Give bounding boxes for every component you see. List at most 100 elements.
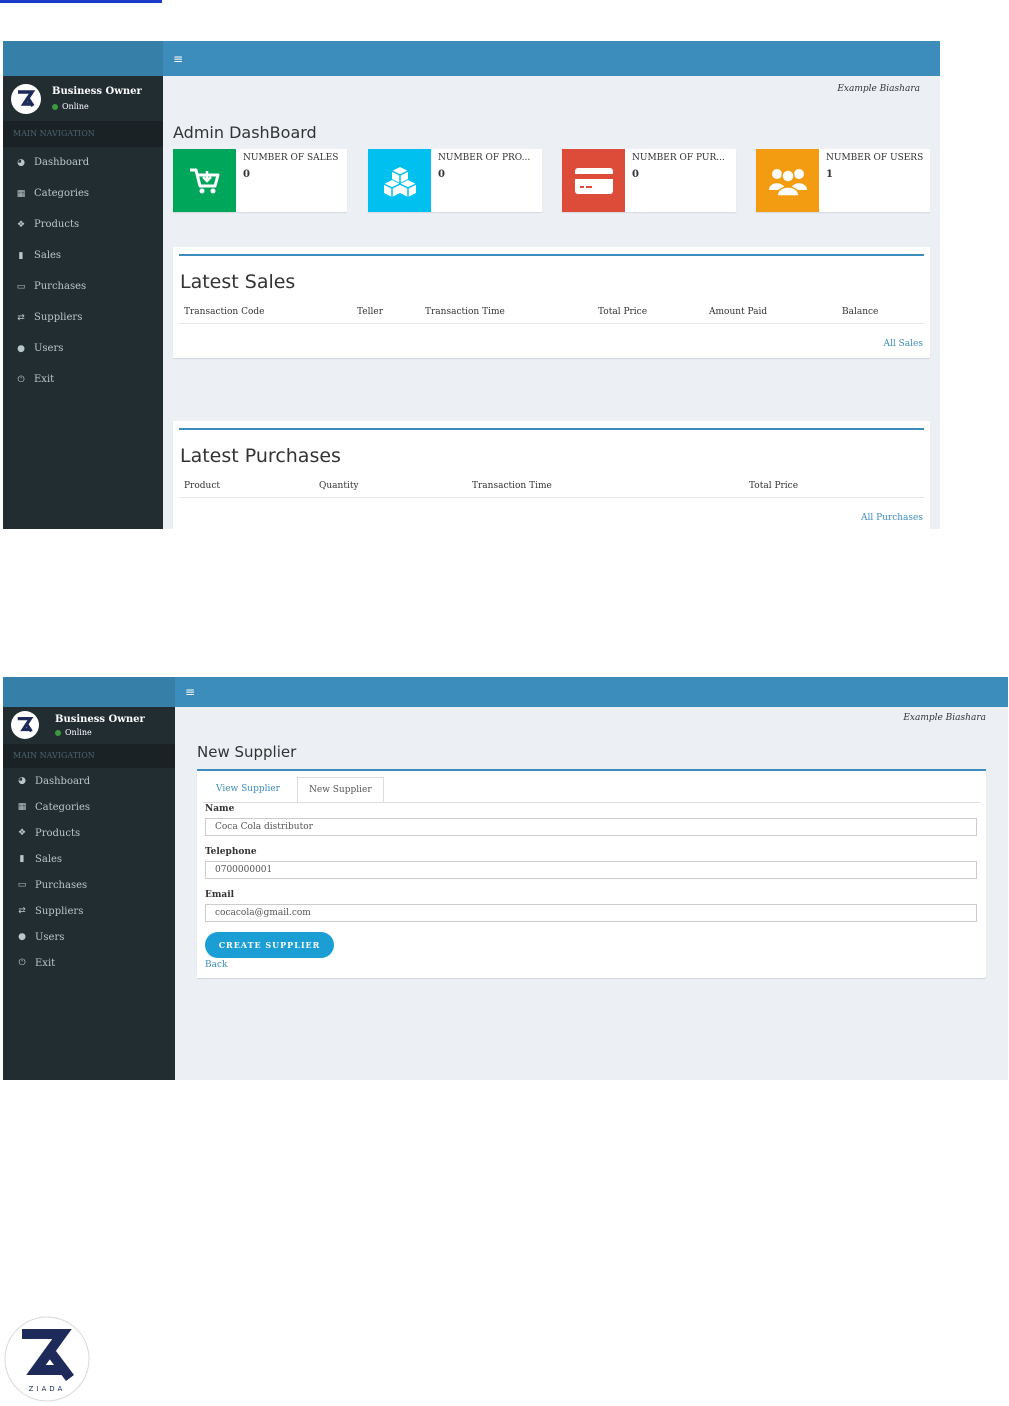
cubes-icon: ❖ <box>17 828 27 838</box>
back-link[interactable]: Back <box>205 960 227 970</box>
name-field[interactable]: Coca Cola distributor <box>205 818 977 836</box>
box-title: Latest Sales <box>180 271 296 293</box>
info-box-label: NUMBER OF SALES <box>243 153 339 163</box>
content-area: Example Biashara New Supplier View Suppl… <box>175 677 1008 1080</box>
all-purchases-link[interactable]: All Purchases <box>861 513 923 523</box>
status-indicator: Online <box>52 102 89 111</box>
sidebar-item-label: Sales <box>34 250 62 261</box>
sidebar-item-products[interactable]: ❖ Products <box>3 820 175 846</box>
credit-card-icon: ▭ <box>17 880 27 890</box>
content-area: Example Biashara Admin DashBoard NUMBER … <box>163 41 940 529</box>
info-box-users[interactable]: NUMBER OF USERS 1 <box>756 149 930 212</box>
sidebar-item-suppliers[interactable]: ⇄ Suppliers <box>3 898 175 924</box>
sidebar-item-label: Categories <box>34 188 89 199</box>
cubes-icon: ❖ <box>16 219 26 230</box>
sidebar-item-dashboard[interactable]: ◕ Dashboard <box>3 147 163 178</box>
user-icon: ● <box>17 343 25 354</box>
user-icon: ● <box>18 932 26 942</box>
user-name: Business Owner <box>55 714 145 725</box>
latest-sales-box: Latest Sales Transaction Code Teller Tra… <box>173 247 930 358</box>
users-icon <box>756 149 819 212</box>
sidebar-item-exit[interactable]: ⏻ Exit <box>3 364 163 395</box>
info-box-label: NUMBER OF PUR... <box>632 153 725 163</box>
info-box-products[interactable]: NUMBER OF PRO... 0 <box>368 149 542 212</box>
sidebar-item-suppliers[interactable]: ⇄ Suppliers <box>3 302 163 333</box>
sidebar-item-users[interactable]: ● Users <box>3 333 163 364</box>
email-field[interactable]: cocacola@gmail.com <box>205 904 977 922</box>
column-header: Balance <box>842 307 879 317</box>
sidebar-item-label: Users <box>35 931 65 943</box>
cubes-icon <box>368 149 431 212</box>
supplier-tabs-box: View Supplier New Supplier Name Coca Col… <box>197 769 986 978</box>
column-header: Total Price <box>749 481 799 491</box>
email-label: Email <box>205 890 235 900</box>
sidebar-brand[interactable] <box>3 677 175 707</box>
database-icon: ▮ <box>19 854 25 864</box>
sidebar-item-sales[interactable]: ▮ Sales <box>3 846 175 872</box>
create-supplier-button[interactable]: CREATE SUPPLIER <box>205 932 334 958</box>
sidebar-item-label: Exit <box>35 957 56 969</box>
info-box-value: 0 <box>243 169 250 180</box>
new-supplier-screenshot: Business Owner Online MAIN NAVIGATION ◕ … <box>3 677 1008 1080</box>
sidebar-item-products[interactable]: ❖ Products <box>3 209 163 240</box>
nav-header: MAIN NAVIGATION <box>3 744 175 768</box>
sidebar-item-label: Users <box>34 343 64 354</box>
sidebar-item-label: Dashboard <box>35 775 91 787</box>
tab-new-supplier[interactable]: New Supplier <box>297 777 384 802</box>
sidebar-item-purchases[interactable]: ▭ Purchases <box>3 271 163 302</box>
info-box-sales[interactable]: NUMBER OF SALES 0 <box>173 149 347 212</box>
sidebar-item-label: Suppliers <box>34 312 83 323</box>
column-header: Total Price <box>598 307 648 317</box>
info-box-value: 1 <box>826 169 833 180</box>
credit-card-icon <box>562 149 625 212</box>
credit-card-icon: ▭ <box>16 281 26 292</box>
site-name: Example Biashara <box>903 713 986 723</box>
dashboard-icon: ◕ <box>18 776 26 786</box>
name-label: Name <box>205 804 235 814</box>
cart-icon <box>173 149 236 212</box>
column-header: Transaction Code <box>184 307 265 317</box>
sidebar-item-label: Suppliers <box>35 905 84 917</box>
ziada-logo-icon: ZIADA <box>4 1316 90 1402</box>
sidebar-item-categories[interactable]: ▦ Categories <box>3 178 163 209</box>
dashboard-icon: ◕ <box>17 157 25 168</box>
info-box-label: NUMBER OF PRO... <box>438 153 531 163</box>
avatar <box>11 711 39 739</box>
page-title: Admin DashBoard <box>173 123 317 142</box>
grid-icon: ▦ <box>17 802 27 812</box>
info-box-label: NUMBER OF USERS <box>826 153 924 163</box>
dashboard-screenshot: Business Owner Online MAIN NAVIGATION ◕ … <box>3 41 940 529</box>
sidebar-item-dashboard[interactable]: ◕ Dashboard <box>3 768 175 794</box>
column-header: Product <box>184 481 220 491</box>
top-link-underline <box>0 0 162 3</box>
sidebar-item-label: Products <box>35 827 81 839</box>
power-icon: ⏻ <box>17 374 25 385</box>
box-title: Latest Purchases <box>180 445 341 467</box>
sidebar-item-users[interactable]: ● Users <box>3 924 175 950</box>
column-header: Transaction Time <box>425 307 505 317</box>
column-header: Amount Paid <box>709 307 768 317</box>
online-dot-icon <box>55 729 61 736</box>
exchange-icon: ⇄ <box>17 312 25 323</box>
page-title: New Supplier <box>197 743 297 761</box>
sidebar-item-sales[interactable]: ▮ Sales <box>3 240 163 271</box>
sidebar-brand[interactable] <box>3 41 163 76</box>
database-icon: ▮ <box>18 250 24 261</box>
sidebar-item-label: Purchases <box>34 281 87 292</box>
column-header: Teller <box>357 307 384 317</box>
sidebar-item-exit[interactable]: ⏻ Exit <box>3 950 175 976</box>
all-sales-link[interactable]: All Sales <box>884 339 923 349</box>
sidebar: Business Owner Online MAIN NAVIGATION ◕ … <box>3 677 175 1080</box>
sidebar-item-categories[interactable]: ▦ Categories <box>3 794 175 820</box>
exchange-icon: ⇄ <box>18 906 26 916</box>
user-name: Business Owner <box>52 86 142 97</box>
info-box-purchases[interactable]: NUMBER OF PUR... 0 <box>562 149 736 212</box>
site-name: Example Biashara <box>837 84 920 94</box>
online-dot-icon <box>52 103 58 110</box>
telephone-field[interactable]: 0700000001 <box>205 861 977 879</box>
tab-view-supplier[interactable]: View Supplier <box>205 777 291 801</box>
ziada-logo-icon <box>18 90 36 107</box>
status-label: Online <box>62 102 89 111</box>
sidebar-item-purchases[interactable]: ▭ Purchases <box>3 872 175 898</box>
status-label: Online <box>65 728 92 737</box>
